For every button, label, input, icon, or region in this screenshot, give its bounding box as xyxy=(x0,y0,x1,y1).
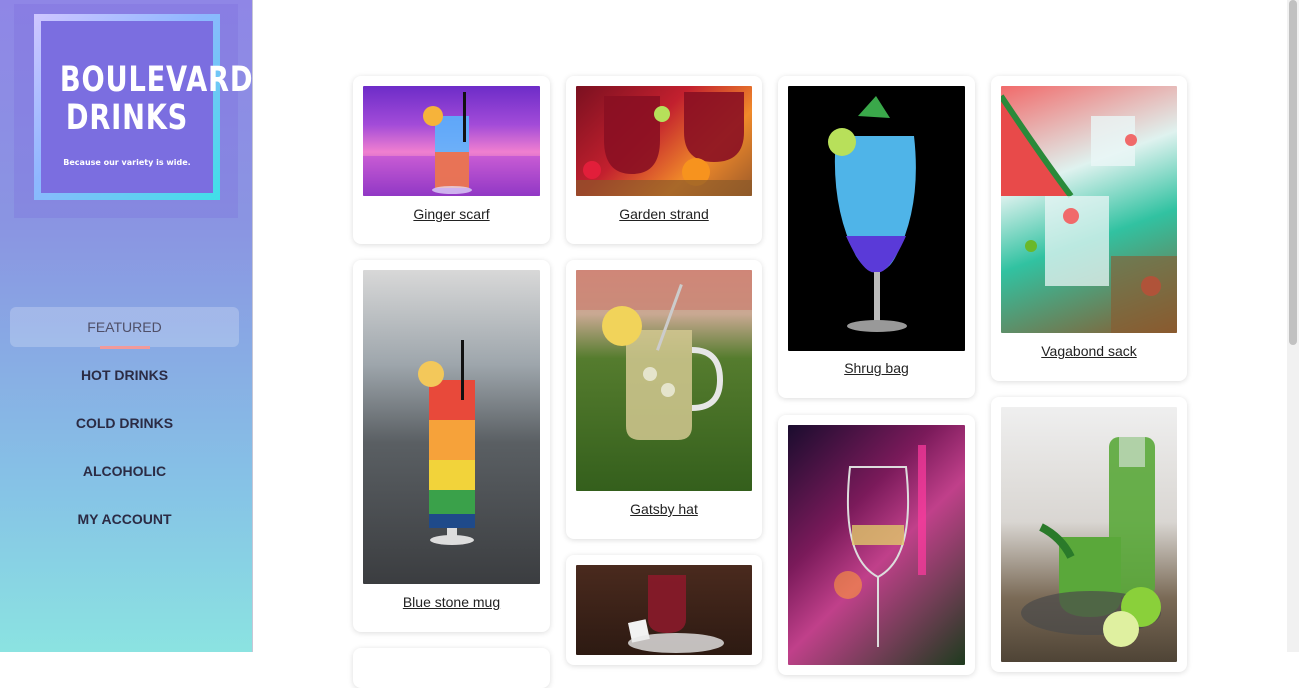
watermelon-drink-icon xyxy=(1001,94,1177,333)
product-link-gatsby-hat[interactable]: Gatsby hat xyxy=(566,501,762,517)
product-image-vagabond-sack[interactable] xyxy=(1001,86,1177,333)
product-card-blue-stone-mug[interactable]: Blue stone mug xyxy=(353,260,550,632)
product-link-garden-strand[interactable]: Garden strand xyxy=(566,206,762,222)
product-image-tea[interactable] xyxy=(576,565,752,655)
product-image-ginger-scarf[interactable] xyxy=(363,86,540,196)
nav-featured[interactable]: FEATURED xyxy=(10,307,239,349)
product-link-shrug-bag[interactable]: Shrug bag xyxy=(778,360,975,376)
logo-container: BOULEVARD DRINKS Because our variety is … xyxy=(14,4,254,218)
main-nav: FEATURED HOT DRINKS COLD DRINKS ALCOHOLI… xyxy=(10,307,239,547)
brand-title-line1: BOULEVARD xyxy=(59,60,254,100)
wine-glass-icon xyxy=(834,445,926,647)
layered-cocktail-icon xyxy=(418,340,475,545)
iced-tea-mug-icon xyxy=(576,270,752,440)
product-image-garden-strand[interactable] xyxy=(576,86,752,196)
brand-title-line2: DRINKS xyxy=(65,98,189,138)
product-image-blue-stone-mug[interactable] xyxy=(363,270,540,584)
sidebar: BOULEVARD DRINKS Because our variety is … xyxy=(0,0,253,652)
blue-cocktail-icon xyxy=(828,96,916,332)
tea-cup-icon xyxy=(628,575,724,653)
product-link-ginger-scarf[interactable]: Ginger scarf xyxy=(353,206,550,222)
product-link-blue-stone-mug[interactable]: Blue stone mug xyxy=(353,594,550,610)
brand-title: BOULEVARD DRINKS xyxy=(59,60,254,138)
nav-alcoholic[interactable]: ALCOHOLIC xyxy=(10,451,239,491)
nav-my-account[interactable]: MY ACCOUNT xyxy=(10,499,239,539)
product-card-shrug-bag[interactable]: Shrug bag xyxy=(778,76,975,398)
product-image-shrug-bag[interactable] xyxy=(788,86,965,351)
product-card-tea[interactable] xyxy=(566,555,762,665)
cocktail-glass-icon xyxy=(363,92,540,196)
product-image-gatsby-hat[interactable] xyxy=(576,270,752,491)
brand-tagline: Because our variety is wide. xyxy=(63,158,191,167)
product-card-ginger-scarf[interactable]: Ginger scarf xyxy=(353,76,550,244)
green-smoothie-icon xyxy=(1021,437,1161,647)
sangria-glasses-icon xyxy=(576,92,752,196)
brand-logo[interactable]: BOULEVARD DRINKS Because our variety is … xyxy=(34,14,254,200)
product-link-vagabond-sack[interactable]: Vagabond sack xyxy=(991,343,1187,359)
product-card-green-juice[interactable] xyxy=(991,397,1187,672)
product-card-garden-strand[interactable]: Garden strand xyxy=(566,76,762,244)
scrollbar-thumb[interactable] xyxy=(1289,0,1297,345)
product-card-vagabond-sack[interactable]: Vagabond sack xyxy=(991,76,1187,381)
product-image-wine[interactable] xyxy=(788,425,965,665)
product-card-wine[interactable] xyxy=(778,415,975,675)
nav-cold-drinks[interactable]: COLD DRINKS xyxy=(10,403,239,443)
product-card-partial[interactable] xyxy=(353,648,550,688)
vertical-scrollbar[interactable] xyxy=(1287,0,1299,652)
nav-hot-drinks[interactable]: HOT DRINKS xyxy=(10,355,239,395)
product-image-green-juice[interactable] xyxy=(1001,407,1177,662)
product-card-gatsby-hat[interactable]: Gatsby hat xyxy=(566,260,762,539)
